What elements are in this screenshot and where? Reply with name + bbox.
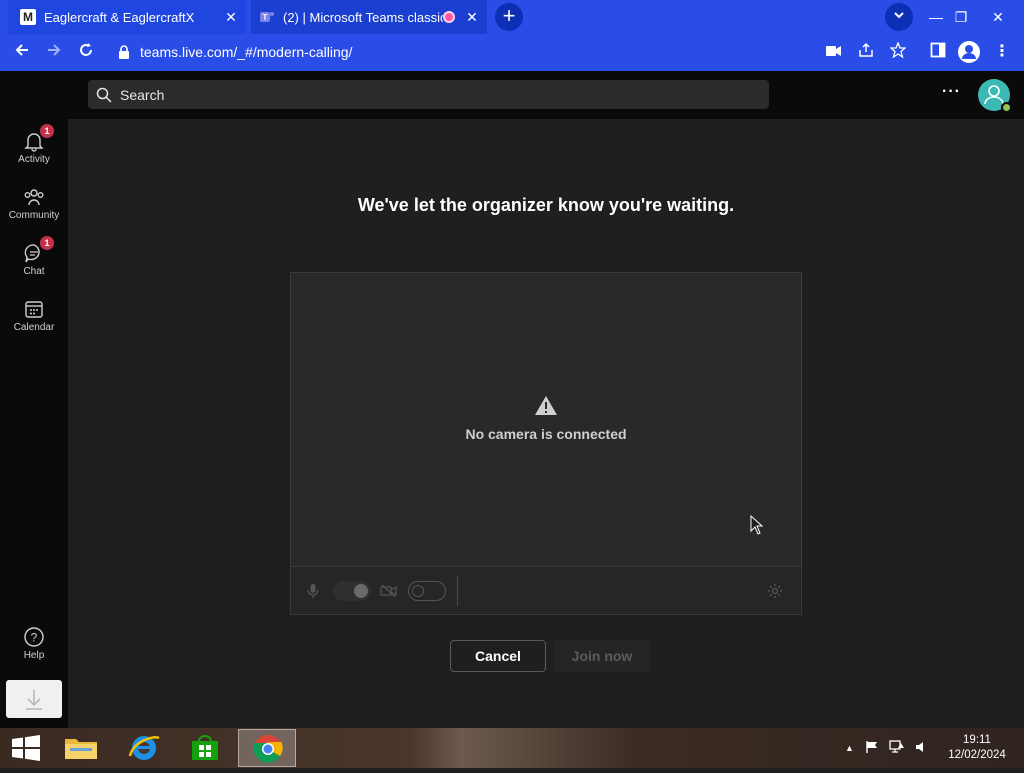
warning-icon (535, 396, 557, 415)
recording-indicator-icon (443, 11, 455, 23)
app-rail: 1 Activity Community 1 Chat Calendar ? H… (0, 119, 68, 728)
svg-text:T: T (263, 13, 268, 22)
teams-favicon-icon: T (259, 9, 275, 25)
svg-text:?: ? (31, 631, 38, 645)
internet-explorer-taskbar-button[interactable] (117, 732, 171, 764)
start-button[interactable] (0, 732, 54, 764)
restore-button[interactable]: ❐ (946, 2, 976, 32)
internet-explorer-icon (128, 736, 160, 760)
network-icon[interactable] (889, 740, 905, 754)
store-taskbar-button[interactable] (178, 732, 232, 764)
new-tab-button[interactable]: + (495, 3, 523, 31)
browser-menu-icon[interactable]: ⋮ (992, 42, 1012, 62)
side-panel-icon[interactable] (928, 42, 948, 62)
windows-taskbar: ▲ 19:11 12/02/2024 (0, 728, 1024, 768)
microphone-toggle[interactable] (333, 581, 371, 601)
rail-item-activity[interactable]: 1 Activity (0, 124, 68, 165)
windows-logo-icon (12, 735, 40, 761)
action-center-flag-icon[interactable] (865, 740, 879, 754)
lobby-waiting-message: We've let the organizer know you're wait… (357, 195, 735, 215)
share-icon[interactable] (856, 42, 876, 62)
notification-badge: 1 (40, 236, 54, 250)
clock-time: 19:11 (963, 734, 991, 746)
microphone-icon (307, 584, 319, 598)
no-camera-message: No camera is connected (465, 426, 627, 442)
tab-title: (2) | Microsoft Teams classic (283, 9, 443, 25)
arrow-right-icon (48, 44, 61, 56)
close-window-button[interactable]: ✕ (983, 2, 1013, 32)
system-clock[interactable]: 19:11 12/02/2024 (942, 733, 1012, 763)
arrow-left-icon (15, 44, 28, 56)
gmail-favicon-icon: M (20, 9, 36, 25)
search-placeholder: Search (120, 86, 165, 103)
rail-item-community[interactable]: Community (0, 186, 68, 221)
rail-label: Activity (18, 154, 50, 165)
rail-item-chat[interactable]: 1 Chat (0, 236, 68, 277)
teams-header: Search ··· (0, 71, 1024, 119)
rail-label: Community (8, 210, 60, 221)
download-icon (26, 690, 42, 710)
rail-label: Help (23, 650, 45, 661)
close-tab-icon[interactable]: ✕ (220, 9, 242, 26)
profile-avatar-icon[interactable] (958, 41, 980, 63)
lock-icon (119, 45, 129, 59)
notification-badge: 1 (40, 124, 54, 138)
clock-date: 12/02/2024 (948, 749, 1006, 761)
chevron-down-icon (894, 12, 904, 19)
community-icon (24, 189, 44, 206)
volume-icon[interactable] (915, 741, 927, 753)
rail-label: Calendar (13, 322, 55, 333)
file-explorer-taskbar-button[interactable] (54, 732, 108, 764)
rail-item-calendar[interactable]: Calendar (0, 298, 68, 333)
back-button[interactable] (8, 39, 36, 67)
video-preview: No camera is connected (290, 272, 802, 615)
reload-button[interactable] (72, 39, 100, 67)
reload-icon (80, 43, 92, 56)
device-settings-gear-icon[interactable] (767, 583, 783, 599)
tab-search-button[interactable] (885, 3, 913, 31)
join-now-button[interactable]: Join now (554, 640, 650, 672)
search-icon (96, 87, 112, 103)
bookmark-star-icon[interactable] (888, 41, 908, 62)
store-icon (192, 735, 218, 760)
browser-tab-strip: M Eaglercraft & EaglercraftX ✕ T (2) | M… (0, 0, 1024, 34)
tab-title: Eaglercraft & EaglercraftX (44, 9, 195, 25)
device-controls-bar (291, 566, 801, 614)
camera-off-icon (380, 584, 397, 598)
mouse-cursor-icon (750, 515, 764, 535)
presence-status-icon (1001, 102, 1012, 113)
show-hidden-icons-button[interactable]: ▲ (845, 743, 854, 753)
help-button[interactable]: ? Help (0, 626, 68, 661)
controls-divider (457, 576, 458, 606)
camera-toggle[interactable] (408, 581, 446, 601)
help-icon: ? (24, 627, 44, 647)
close-tab-icon[interactable]: ✕ (461, 9, 483, 26)
chrome-icon (253, 735, 283, 763)
forward-button[interactable] (40, 39, 68, 67)
more-options-button[interactable]: ··· (942, 83, 961, 101)
camera-in-use-icon[interactable] (824, 42, 844, 62)
tab-teams[interactable]: T (2) | Microsoft Teams classic ✕ (251, 0, 487, 34)
url-text: teams.live.com/_#/modern-calling/ (140, 44, 353, 60)
address-bar: teams.live.com/_#/modern-calling/ ⋮ (0, 34, 1024, 71)
pre-join-lobby: We've let the organizer know you're wait… (68, 119, 1024, 728)
download-app-button[interactable] (6, 680, 62, 718)
rail-label: Chat (23, 266, 45, 277)
user-avatar[interactable] (978, 79, 1012, 113)
search-input[interactable]: Search (88, 80, 769, 109)
folder-icon (65, 739, 97, 759)
cancel-button[interactable]: Cancel (450, 640, 546, 672)
tab-eaglercraft[interactable]: M Eaglercraft & EaglercraftX ✕ (8, 0, 246, 34)
calendar-icon (25, 301, 43, 318)
chrome-taskbar-button[interactable] (238, 729, 296, 767)
url-field[interactable]: teams.live.com/_#/modern-calling/ (110, 38, 920, 66)
